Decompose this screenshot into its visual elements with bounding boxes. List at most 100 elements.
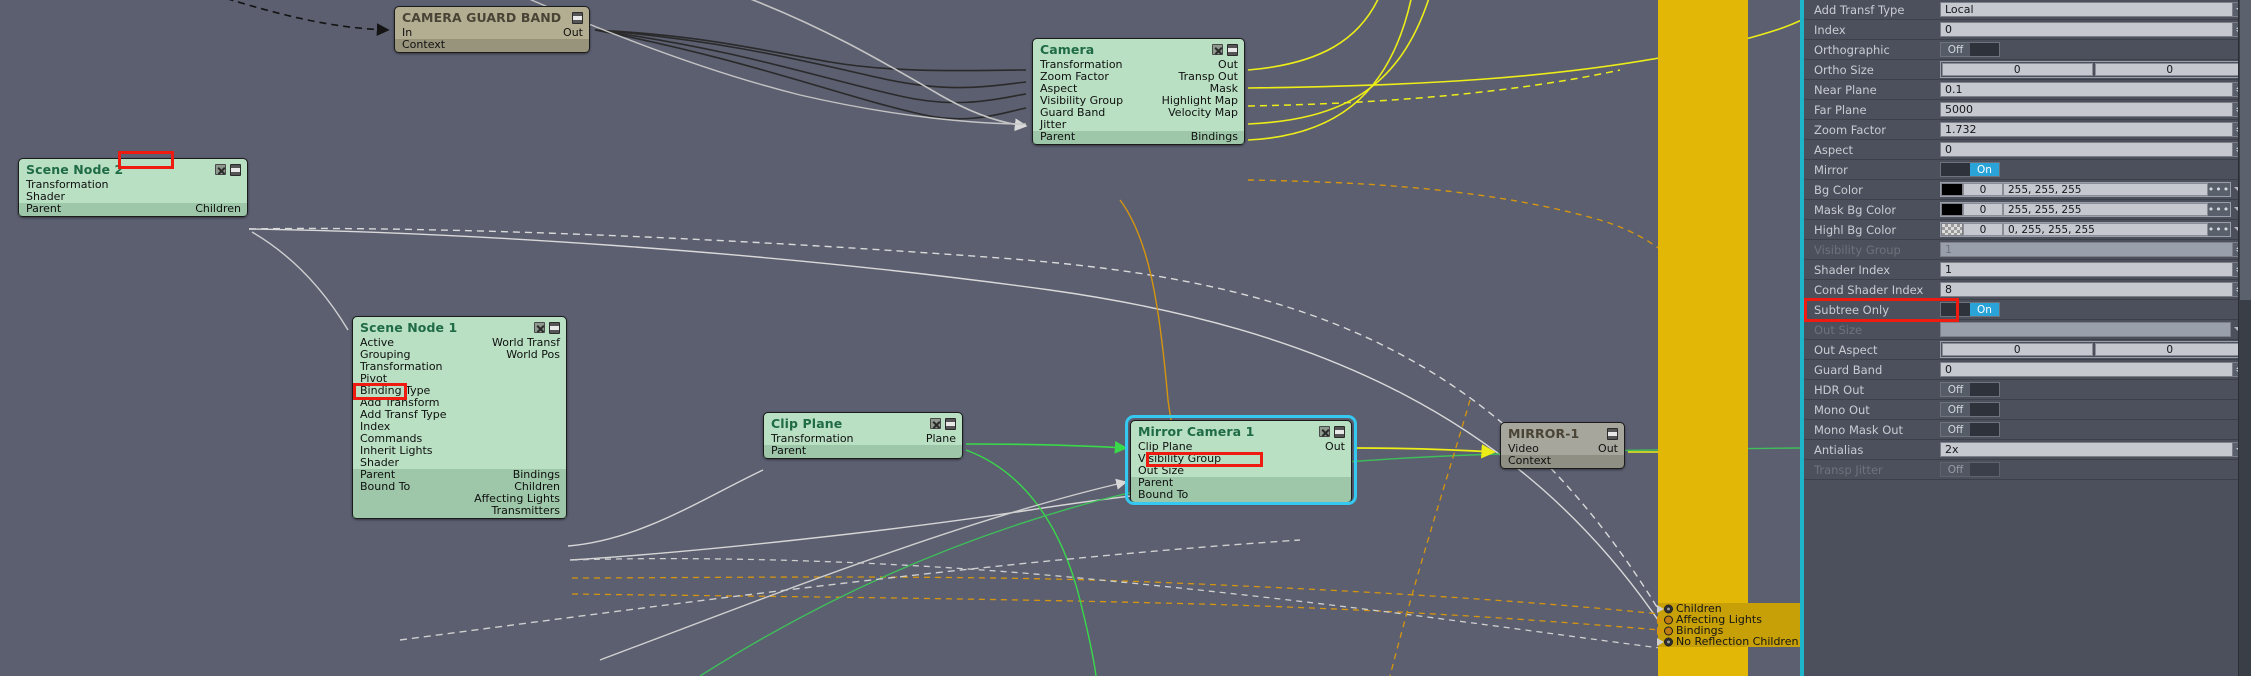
- menu-lines-icon[interactable]: [945, 417, 956, 430]
- node-port-row[interactable]: Parent Bindings: [1033, 131, 1244, 143]
- group-port-list[interactable]: Children Affecting Lights Bindings No Refle…: [1657, 603, 1800, 647]
- property-row-bg-color[interactable]: Bg Color 0 255, 255, 255 •••: [1804, 180, 2251, 200]
- node-clip-plane[interactable]: Clip Plane Transformation Plane Parent: [763, 412, 963, 459]
- node-title-bar[interactable]: Scene Node 1: [353, 317, 566, 337]
- scrollbar-thumb[interactable]: [2240, 0, 2251, 300]
- toggle-switch[interactable]: Off: [1940, 382, 2000, 397]
- node-scene-node-2[interactable]: Scene Node 2 Transformation Shader Parent Ch…: [18, 158, 248, 217]
- property-row-mono-out[interactable]: Mono Out Off: [1804, 400, 2251, 420]
- node-port-row[interactable]: Parent: [764, 445, 962, 457]
- property-row-mask-bg-color[interactable]: Mask Bg Color 0 255, 255, 255 •••: [1804, 200, 2251, 220]
- property-row-subtree-only[interactable]: Subtree Only On: [1804, 298, 2251, 322]
- property-row-ortho-size[interactable]: Ortho Size 0 0: [1804, 60, 2251, 80]
- property-row-far-plane[interactable]: Far Plane 5000: [1804, 100, 2251, 120]
- number-input[interactable]: 8: [1940, 282, 2233, 297]
- color-editor[interactable]: 0 0, 255, 255, 255 •••: [1940, 222, 2231, 237]
- toggle-switch[interactable]: Off: [1940, 42, 2000, 57]
- property-row-near-plane[interactable]: Near Plane 0.1: [1804, 80, 2251, 100]
- color-alpha-value[interactable]: 0: [1963, 203, 2003, 216]
- group-port-dot[interactable]: [1664, 604, 1673, 613]
- dual-value-b[interactable]: 0: [2094, 63, 2245, 76]
- close-icon[interactable]: [1212, 44, 1223, 55]
- more-options-icon[interactable]: •••: [2208, 203, 2230, 216]
- group-port-dot[interactable]: [1664, 637, 1673, 646]
- node-port-row[interactable]: Bound To: [1131, 489, 1351, 501]
- group-port-dot[interactable]: [1664, 615, 1673, 624]
- close-icon[interactable]: [930, 418, 941, 429]
- dropdown-select[interactable]: 2x: [1940, 442, 2247, 457]
- menu-lines-icon[interactable]: [230, 163, 241, 176]
- node-graph-canvas[interactable]: CAMERA GUARD BAND In Out Context Scene Node …: [0, 0, 1800, 676]
- dual-value-a[interactable]: 0: [1942, 63, 2093, 76]
- color-editor[interactable]: 0 255, 255, 255 •••: [1940, 182, 2231, 197]
- toggle-switch[interactable]: Off: [1940, 422, 2000, 437]
- toggle-switch[interactable]: Off: [1940, 462, 2000, 477]
- property-row-antialias[interactable]: Antialias 2x: [1804, 440, 2251, 460]
- toggle-switch[interactable]: On: [1940, 162, 2000, 177]
- property-row-visibility-group[interactable]: Visibility Group 1: [1804, 240, 2251, 260]
- number-input[interactable]: 1: [1940, 242, 2233, 257]
- number-input[interactable]: 0: [1940, 22, 2233, 37]
- group-port-no-reflection-children[interactable]: No Reflection Children: [1657, 636, 1800, 647]
- toggle-switch[interactable]: On: [1940, 302, 2000, 317]
- color-alpha-value[interactable]: 0: [1963, 183, 2003, 196]
- menu-lines-icon[interactable]: [1227, 43, 1238, 56]
- close-icon[interactable]: [534, 322, 545, 333]
- more-options-icon[interactable]: •••: [2208, 223, 2230, 236]
- property-row-aspect[interactable]: Aspect 0: [1804, 140, 2251, 160]
- color-alpha-value[interactable]: 0: [1963, 223, 2003, 236]
- close-icon[interactable]: [1319, 426, 1330, 437]
- more-options-icon[interactable]: •••: [2208, 183, 2230, 196]
- node-title-bar[interactable]: MIRROR-1: [1501, 423, 1624, 443]
- property-row-cond-shader-index[interactable]: Cond Shader Index 8: [1804, 280, 2251, 300]
- property-row-mirror[interactable]: Mirror On: [1804, 160, 2251, 180]
- dual-number-input[interactable]: 00: [1940, 341, 2247, 358]
- property-row-add-transf-type[interactable]: Add Transf Type Local: [1804, 0, 2251, 20]
- property-row-out-aspect[interactable]: Out Aspect 0 0: [1804, 340, 2251, 360]
- property-row-hdr-out[interactable]: HDR Out Off: [1804, 380, 2251, 400]
- color-rgb-value[interactable]: 255, 255, 255: [2003, 183, 2208, 196]
- property-row-index[interactable]: Index 0: [1804, 20, 2251, 40]
- number-input[interactable]: 1.732: [1940, 122, 2233, 137]
- dual-number-input[interactable]: 00: [1940, 61, 2247, 78]
- color-swatch[interactable]: [1941, 223, 1963, 236]
- dual-value-b[interactable]: 0: [2094, 343, 2245, 356]
- dropdown-select[interactable]: Local: [1940, 2, 2247, 17]
- property-row-zoom-factor[interactable]: Zoom Factor 1.732: [1804, 120, 2251, 140]
- property-row-highl-bg-color[interactable]: Highl Bg Color 0 0, 255, 255, 255 •••: [1804, 220, 2251, 240]
- node-title-bar[interactable]: Clip Plane: [764, 413, 962, 433]
- node-mirror-1[interactable]: MIRROR-1 Video Out Context: [1500, 422, 1625, 469]
- node-port-row[interactable]: Context: [1501, 455, 1624, 467]
- group-port-dot[interactable]: [1664, 626, 1673, 635]
- dual-value-a[interactable]: 0: [1942, 343, 2093, 356]
- node-camera-guard-band[interactable]: CAMERA GUARD BAND In Out Context: [394, 6, 590, 53]
- menu-lines-icon[interactable]: [1607, 427, 1618, 440]
- menu-lines-icon[interactable]: [549, 321, 560, 334]
- node-mirror-camera-1[interactable]: Mirror Camera 1 Clip Plane Out Visibility G…: [1130, 420, 1352, 503]
- color-rgb-value[interactable]: 255, 255, 255: [2003, 203, 2208, 216]
- number-input[interactable]: 5000: [1940, 102, 2233, 117]
- node-title-bar[interactable]: Camera: [1033, 39, 1244, 59]
- toggle-switch[interactable]: Off: [1940, 402, 2000, 417]
- property-row-transp-jitter[interactable]: Transp Jitter Off: [1804, 460, 2251, 480]
- property-row-out-size[interactable]: Out Size: [1804, 320, 2251, 340]
- property-row-orthographic[interactable]: Orthographic Off: [1804, 40, 2251, 60]
- menu-lines-icon[interactable]: [1334, 425, 1345, 438]
- node-title-bar[interactable]: Mirror Camera 1: [1131, 421, 1351, 441]
- number-input[interactable]: 0.1: [1940, 82, 2233, 97]
- property-row-shader-index[interactable]: Shader Index 1: [1804, 260, 2251, 280]
- node-port-row[interactable]: Parent Children: [19, 203, 247, 215]
- color-swatch[interactable]: [1941, 183, 1963, 196]
- number-input[interactable]: 0: [1940, 362, 2233, 377]
- yellow-group-region[interactable]: [1658, 0, 1748, 676]
- node-camera[interactable]: Camera Transformation Out Zoom Factor Transp…: [1032, 38, 1245, 145]
- node-scene-node-1[interactable]: Scene Node 1 Active World Transf Grouping Wo…: [352, 316, 567, 519]
- menu-lines-icon[interactable]: [572, 11, 583, 24]
- number-input[interactable]: 0: [1940, 142, 2233, 157]
- property-row-mono-mask-out[interactable]: Mono Mask Out Off: [1804, 420, 2251, 440]
- close-icon[interactable]: [215, 164, 226, 175]
- color-editor[interactable]: 0 255, 255, 255 •••: [1940, 202, 2231, 217]
- node-port-row[interactable]: Transmitters: [353, 505, 566, 517]
- properties-scrollbar[interactable]: [2238, 0, 2251, 676]
- node-port-row[interactable]: Context: [395, 39, 589, 51]
